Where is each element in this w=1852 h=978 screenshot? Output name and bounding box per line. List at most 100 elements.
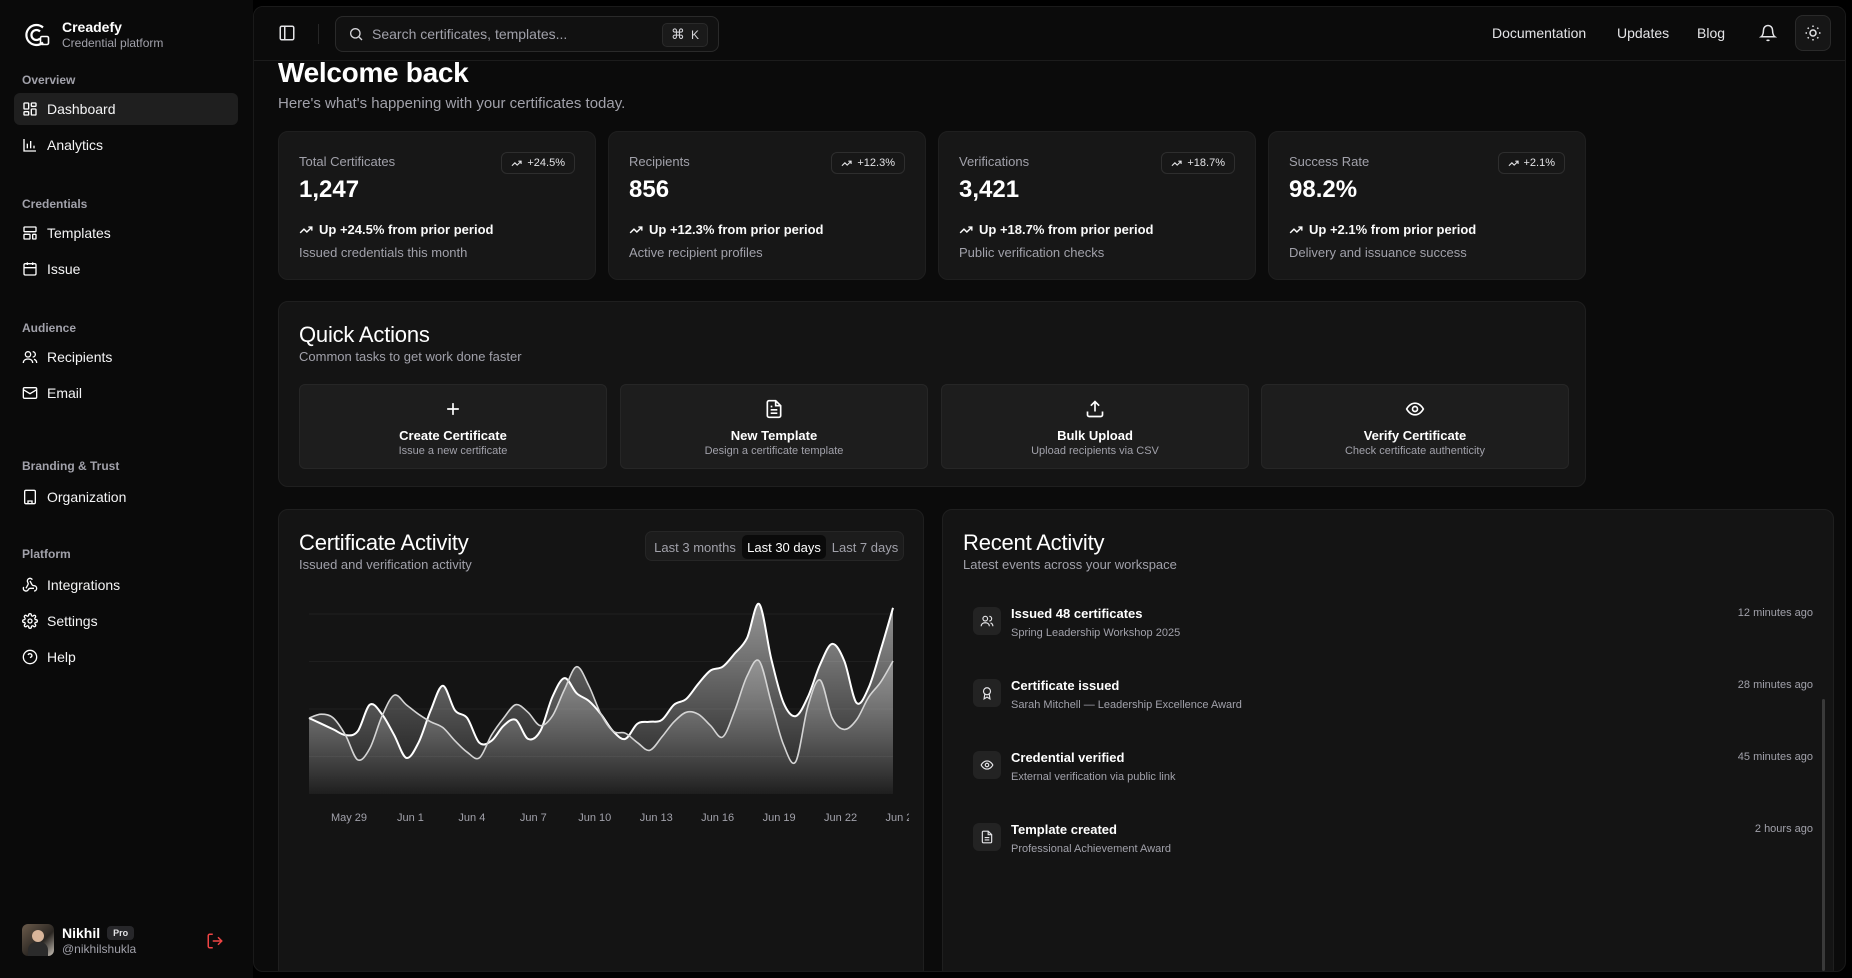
sidebar-item-recipients[interactable]: Recipients (14, 341, 238, 373)
sidebar-item-email[interactable]: Email (14, 377, 238, 409)
x-tick-label: Jun 19 (763, 812, 796, 824)
new-template-button[interactable]: New Template Design a certificate templa… (620, 384, 928, 469)
user-name: Nikhil (62, 924, 101, 941)
sidebar-item-dashboard[interactable]: Dashboard (14, 93, 238, 125)
stat-description: Issued credentials this month (299, 245, 468, 260)
sidebar-toggle-icon[interactable] (278, 24, 296, 42)
section-subtitle: Issued and verification activity (299, 557, 472, 572)
sidebar-item-help[interactable]: Help (14, 641, 238, 673)
trending-up-icon (1289, 225, 1303, 233)
layout-dashboard-icon (23, 102, 37, 116)
trending-up-icon (511, 160, 523, 166)
blog-link[interactable]: Blog (1697, 25, 1725, 41)
x-tick-label: Jun 22 (824, 812, 857, 824)
timestamp: 2 hours ago (1754, 823, 1813, 835)
stat-value: 1,247 (299, 176, 360, 203)
change-badge: +12.3% (831, 152, 905, 174)
stat-card-recipients: Recipients 856 +12.3% Up +12.3% from pri… (608, 131, 926, 280)
trending-up-icon (841, 160, 853, 166)
series-area-secondary (309, 660, 893, 794)
section-title: Quick Actions (299, 322, 430, 347)
tab-last-7-days[interactable]: Last 7 days (828, 535, 902, 559)
stat-card-total-certificates: Total Certificates 1,247 +24.5% Up +24.5… (278, 131, 596, 280)
x-tick-label: Jun 16 (701, 812, 734, 824)
help-circle-icon (22, 649, 38, 665)
x-tick-label: Jun 25 (885, 812, 909, 824)
x-tick-label: Jun 4 (458, 812, 485, 824)
stat-trend: Up +2.1% from prior period (1289, 222, 1476, 237)
sidebar-item-label: Recipients (47, 349, 113, 365)
sidebar-item-label: Integrations (47, 577, 121, 593)
avatar (22, 924, 54, 956)
stat-description: Active recipient profiles (629, 245, 763, 260)
updates-link[interactable]: Updates (1617, 25, 1669, 41)
sidebar-item-label: Help (47, 649, 76, 665)
tab-last-30-days[interactable]: Last 30 days (742, 535, 826, 559)
quick-actions-panel: Quick Actions Common tasks to get work d… (278, 301, 1586, 487)
sidebar-item-label: Analytics (47, 137, 104, 153)
sidebar: Creadefy Credential platform Overview Da… (0, 0, 253, 978)
stat-value: 3,421 (959, 176, 1020, 203)
sidebar-item-label: Organization (47, 489, 127, 505)
sidebar-item-issue[interactable]: Issue (14, 253, 238, 285)
timestamp: 12 minutes ago (1737, 607, 1813, 619)
change-badge: +2.1% (1497, 152, 1565, 174)
sidebar-item-label: Settings (47, 613, 98, 629)
trending-up-icon (299, 225, 313, 233)
theme-toggle-button[interactable] (1795, 15, 1831, 51)
bulk-upload-button[interactable]: Bulk Upload Upload recipients via CSV (941, 384, 1249, 469)
users-icon (973, 607, 1001, 635)
activity-item[interactable]: Issued 48 certificates Spring Leadership… (973, 606, 1813, 658)
users-icon (22, 351, 38, 364)
sidebar-item-analytics[interactable]: Analytics (14, 129, 238, 161)
shortcut-hint: ⌘ K (661, 23, 708, 47)
activity-item[interactable]: Template created Professional Achievemen… (973, 822, 1813, 874)
bar-chart-icon (23, 139, 36, 152)
user-profile[interactable]: Nikhil Pro @nikhilshukla (22, 924, 136, 956)
bell-icon[interactable] (1759, 24, 1777, 42)
building-icon (24, 489, 36, 505)
section-title: Recent Activity (963, 530, 1105, 555)
x-tick-label: Jun 13 (640, 812, 673, 824)
sidebar-item-settings[interactable]: Settings (14, 605, 238, 637)
stat-trend: Up +18.7% from prior period (959, 222, 1153, 237)
tab-last-3-months[interactable]: Last 3 months (649, 535, 741, 559)
eye-icon (973, 751, 1001, 779)
webhook-icon (22, 577, 38, 592)
sidebar-item-organization[interactable]: Organization (14, 481, 238, 513)
brand-tagline: Credential platform (62, 36, 164, 50)
verify-certificate-button[interactable]: Verify Certificate Check certificate aut… (1261, 384, 1569, 469)
search-placeholder: Search certificates, templates... (372, 26, 568, 42)
gear-icon (22, 613, 38, 629)
sidebar-item-label: Email (47, 385, 83, 401)
main-content: Search certificates, templates... ⌘ K Do… (253, 6, 1846, 972)
stat-card-verifications: Verifications 3,421 +18.7% Up +18.7% fro… (938, 131, 1256, 280)
x-tick-label: Jun 7 (520, 812, 547, 824)
documentation-link[interactable]: Documentation (1492, 25, 1586, 41)
creadefy-logo-icon (22, 20, 52, 50)
trending-up-icon (959, 225, 973, 233)
sidebar-item-integrations[interactable]: Integrations (14, 569, 238, 601)
section-subtitle: Latest events across your workspace (963, 557, 1177, 572)
logout-icon[interactable] (206, 932, 224, 950)
sidebar-item-label: Templates (47, 225, 111, 241)
create-certificate-button[interactable]: Create Certificate Issue a new certifica… (299, 384, 607, 469)
sidebar-item-templates[interactable]: Templates (14, 217, 238, 249)
scrollbar[interactable] (1822, 699, 1825, 971)
x-tick-label: Jun 1 (397, 812, 424, 824)
calendar-icon (23, 262, 37, 276)
timestamp: 28 minutes ago (1737, 679, 1813, 691)
stat-trend: Up +12.3% from prior period (629, 222, 823, 237)
x-tick-label: Jun 10 (578, 812, 611, 824)
brand[interactable]: Creadefy Credential platform (22, 18, 163, 51)
brand-name: Creadefy (62, 19, 122, 35)
divider (318, 24, 319, 44)
trending-up-icon (629, 225, 643, 233)
search-input[interactable]: Search certificates, templates... ⌘ K (335, 16, 719, 52)
activity-item[interactable]: Credential verified External verificatio… (973, 750, 1813, 802)
section-subtitle: Common tasks to get work done faster (299, 349, 522, 364)
activity-item[interactable]: Certificate issued Sarah Mitchell — Lead… (973, 678, 1813, 730)
certificate-activity-panel: Certificate Activity Issued and verifica… (278, 509, 924, 971)
nav-group-audience: Audience (22, 321, 77, 335)
stat-trend: Up +24.5% from prior period (299, 222, 493, 237)
